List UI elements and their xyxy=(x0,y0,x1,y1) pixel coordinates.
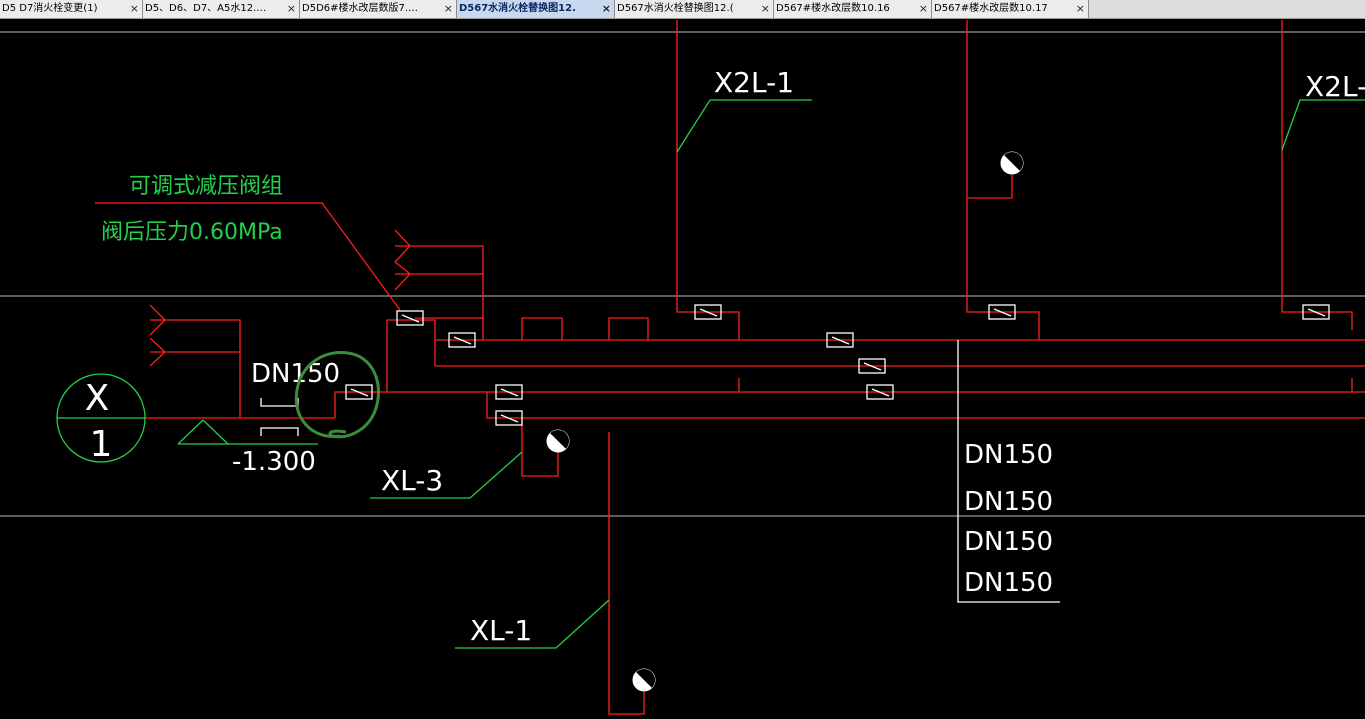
riser-label-x2l-edge: X2L- xyxy=(1305,70,1365,103)
valve-pressure-note: 阀后压力0.60MPa xyxy=(101,220,283,245)
pipe-size-label: DN150 xyxy=(964,527,1053,557)
pipe-size-label: DN150 xyxy=(251,359,340,389)
elevation-label: -1.300 xyxy=(232,447,316,477)
fire-hydrant-icon[interactable] xyxy=(546,429,570,453)
riser-label-xl1: XL-1 xyxy=(470,614,532,647)
axis-bubble-letter: X xyxy=(85,378,110,419)
label-leaders xyxy=(370,99,1365,649)
valve-group-note: 可调式减压阀组 xyxy=(129,174,283,199)
pipe-size-label: DN150 xyxy=(964,440,1053,470)
elevation-marker xyxy=(177,419,318,445)
fire-hydrant-icon[interactable] xyxy=(1000,151,1024,175)
axis-bubble: X 1 xyxy=(56,373,146,465)
riser-label-x2l1: X2L-1 xyxy=(714,66,794,99)
pipe-size-label: DN150 xyxy=(964,568,1053,598)
axis-bubble-number: 1 xyxy=(90,424,113,465)
dn-stack-leader xyxy=(957,340,1060,603)
cad-drawing-canvas[interactable]: X 1 -1.300 DN150 XL-3 XL-1 X2L-1 X2L- DN… xyxy=(0,0,1365,719)
riser-label-xl3: XL-3 xyxy=(381,464,443,497)
dn-dimension-marks xyxy=(260,398,299,436)
pipe-size-label: DN150 xyxy=(964,487,1053,517)
fire-hydrant-icon[interactable] xyxy=(632,668,656,692)
